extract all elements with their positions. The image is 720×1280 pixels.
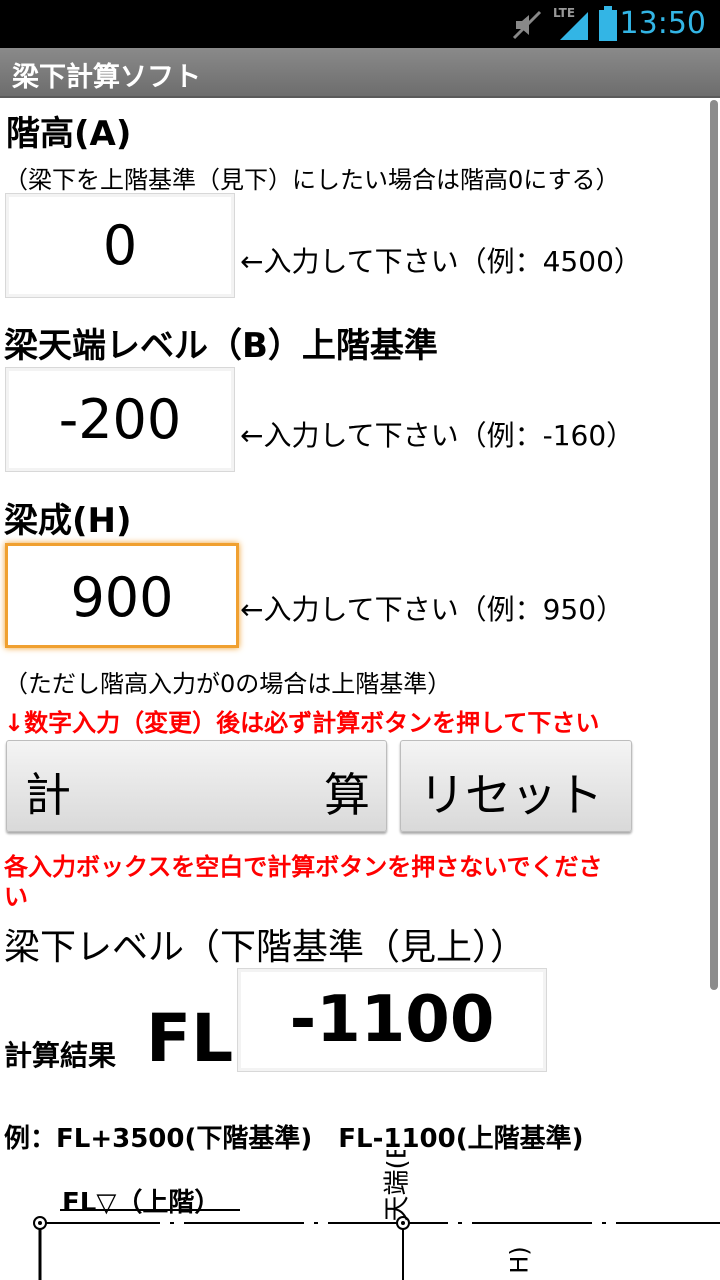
result-heading: 梁下レベル（下階基準（見上）） (4, 927, 527, 968)
beam-depth-note: （ただし階高入力が0の場合は上階基準） (4, 670, 452, 698)
diagram-partial-label: H) (505, 1246, 534, 1274)
calculate-button-label-left: 計 (25, 768, 71, 822)
app-title: 梁下計算ソフト (12, 62, 201, 93)
scrollbar[interactable] (710, 100, 718, 990)
floor-height-hint: ←入力して下さい（例：4500） (240, 245, 642, 278)
floor-height-input[interactable]: 0 (5, 193, 235, 298)
floor-height-label: 階高(A) (6, 114, 132, 154)
status-bar: LTE 13:50 (0, 0, 720, 48)
clock: 13:50 (619, 6, 706, 41)
beam-top-input[interactable]: -200 (5, 367, 235, 472)
floor-height-note: （梁下を上階基準（見下）にしたい場合は階高0にする） (4, 166, 620, 194)
diagram-beam-label: 天端(B) (382, 1150, 413, 1222)
calculate-button[interactable]: 計 算 (6, 740, 387, 832)
reset-button-label: リセット (419, 768, 603, 822)
warning-blank-line2: い (4, 883, 28, 911)
beam-depth-hint: ←入力して下さい（例：950） (240, 593, 625, 626)
calculate-button-label-right: 算 (324, 768, 370, 822)
beam-depth-label: 梁成(H) (4, 501, 132, 541)
result-value: -1100 (237, 968, 547, 1072)
result-label-fl: FL (146, 1000, 234, 1077)
result-label-small: 計算結果 (4, 1039, 117, 1072)
network-type: LTE (553, 6, 576, 20)
beam-top-label: 梁天端レベル（B）上階基準 (4, 326, 438, 366)
battery-icon (598, 6, 618, 46)
beam-depth-input[interactable]: 900 (5, 543, 239, 648)
mute-icon (512, 10, 542, 44)
reset-button[interactable]: リセット (400, 740, 632, 832)
warning-calc: ↓数字入力（変更）後は必ず計算ボタンを押して下さい (4, 709, 600, 737)
title-bar: 梁下計算ソフト (0, 48, 720, 98)
warning-blank-line1: 各入力ボックスを空白で計算ボタンを押さないでくださ (4, 853, 603, 881)
diagram: FL▽（上階） 天端(B) H) (0, 1150, 720, 1280)
beam-top-hint: ←入力して下さい（例：-160） (240, 419, 635, 452)
diagram-fl-label: FL▽（上階） (62, 1188, 221, 1218)
